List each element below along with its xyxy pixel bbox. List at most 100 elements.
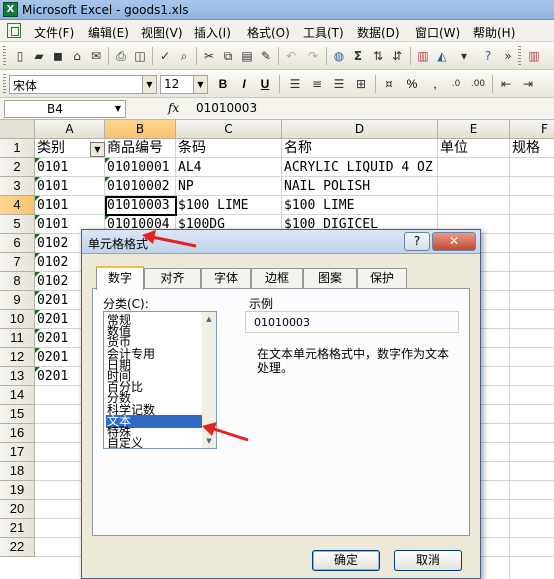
toolbar-grip[interactable]	[518, 46, 521, 66]
permission-icon[interactable]: ⌂	[69, 48, 85, 64]
sort-ascending-icon[interactable]: ⇅	[370, 48, 386, 64]
header-cell-d[interactable]: 名称	[282, 139, 438, 158]
align-left-icon[interactable]: ☰	[287, 76, 303, 92]
column-header-b[interactable]: B	[105, 120, 176, 139]
header-cell-c[interactable]: 条码	[176, 139, 282, 158]
cell-c3[interactable]: NP	[176, 177, 282, 196]
row-header-11[interactable]: 11	[0, 329, 35, 348]
cut-icon[interactable]: ✂	[201, 48, 217, 64]
row-header-9[interactable]: 9	[0, 291, 35, 310]
row-header-6[interactable]: 6	[0, 234, 35, 253]
cell-d2[interactable]: ACRYLIC LIQUID 4 OZ	[282, 158, 438, 177]
menu-insert[interactable]: 插入(I)	[194, 24, 231, 41]
autofilter-dropdown-icon[interactable]: ▼	[90, 142, 105, 157]
merge-center-icon[interactable]: ⊞	[353, 76, 369, 92]
header-cell-e[interactable]: 单位	[438, 139, 510, 158]
cell-a4[interactable]: 0101	[35, 196, 105, 215]
row-header-15[interactable]: 15	[0, 405, 35, 424]
cell-d4[interactable]: $100 LIME	[282, 196, 438, 215]
decrease-decimal-icon[interactable]: .00	[470, 76, 486, 92]
row-header-14[interactable]: 14	[0, 386, 35, 405]
align-right-icon[interactable]: ☰	[331, 76, 347, 92]
spelling-icon[interactable]: ✓	[157, 48, 173, 64]
column-header-c[interactable]: C	[176, 120, 282, 139]
category-item[interactable]: 自定义	[106, 437, 202, 448]
select-all-corner[interactable]	[0, 120, 35, 139]
column-header-e[interactable]: E	[438, 120, 510, 139]
underline-button[interactable]: U	[256, 75, 274, 93]
open-icon[interactable]: ▰	[31, 48, 47, 64]
row-header-18[interactable]: 18	[0, 462, 35, 481]
cell-b2[interactable]: 01010001	[105, 158, 176, 177]
menu-format[interactable]: 格式(O)	[247, 24, 290, 41]
cancel-button[interactable]: 取消	[394, 550, 462, 571]
insert-function-icon[interactable]: fx	[168, 101, 179, 115]
redo-icon[interactable]: ↷	[305, 48, 321, 64]
zoom-icon[interactable]: ▾	[456, 48, 472, 64]
cell-a2[interactable]: 0101	[35, 158, 105, 177]
cell-a3[interactable]: 0101	[35, 177, 105, 196]
column-header-d[interactable]: D	[282, 120, 438, 139]
menu-tools[interactable]: 工具(T)	[303, 24, 344, 41]
cell-d3[interactable]: NAIL POLISH	[282, 177, 438, 196]
format-painter-icon[interactable]: ✎	[258, 48, 274, 64]
chart-wizard-icon[interactable]: ▥	[415, 48, 431, 64]
row-header-13[interactable]: 13	[0, 367, 35, 386]
toolbar-grip[interactable]	[3, 74, 6, 94]
row-header-12[interactable]: 12	[0, 348, 35, 367]
align-center-icon[interactable]: ≡	[309, 76, 325, 92]
row-header-21[interactable]: 21	[0, 519, 35, 538]
row-header-17[interactable]: 17	[0, 443, 35, 462]
toolbar-grip[interactable]	[3, 46, 6, 66]
email-icon[interactable]: ✉	[88, 48, 104, 64]
menu-view[interactable]: 视图(V)	[141, 24, 183, 41]
header-cell-f[interactable]: 规格	[510, 139, 554, 158]
tab-alignment[interactable]: 对齐	[144, 268, 201, 289]
copy-icon[interactable]: ⧉	[220, 48, 236, 64]
autosum-icon[interactable]: Σ	[350, 48, 366, 64]
print-icon[interactable]: ⎙	[113, 48, 129, 64]
row-header-7[interactable]: 7	[0, 253, 35, 272]
row-header-10[interactable]: 10	[0, 310, 35, 329]
paste-icon[interactable]: ▤	[239, 48, 255, 64]
formula-input[interactable]: 01010003	[196, 101, 257, 115]
column-header-f[interactable]: F	[510, 120, 554, 139]
tab-border[interactable]: 边框	[251, 268, 303, 289]
cell-c4[interactable]: $100 LIME	[176, 196, 282, 215]
name-box[interactable]: B4 ▼	[4, 100, 126, 118]
row-header-8[interactable]: 8	[0, 272, 35, 291]
chevron-down-icon[interactable]: ▼	[111, 101, 125, 117]
menu-window[interactable]: 窗口(W)	[415, 24, 460, 41]
menu-data[interactable]: 数据(D)	[357, 24, 400, 41]
decrease-indent-icon[interactable]: ⇤	[498, 76, 514, 92]
increase-decimal-icon[interactable]: .0	[448, 76, 464, 92]
toolbar-options-icon[interactable]: »	[500, 48, 516, 64]
sort-descending-icon[interactable]: ⇵	[389, 48, 405, 64]
undo-icon[interactable]: ↶	[283, 48, 299, 64]
chevron-down-icon[interactable]: ▼	[142, 76, 156, 93]
cell-b3[interactable]: 01010002	[105, 177, 176, 196]
menu-help[interactable]: 帮助(H)	[473, 24, 515, 41]
row-header-20[interactable]: 20	[0, 500, 35, 519]
currency-icon[interactable]: ¤	[381, 76, 397, 92]
dialog-close-button[interactable]: ✕	[432, 232, 476, 251]
excel-app-icon[interactable]: X	[3, 2, 18, 17]
row-header-19[interactable]: 19	[0, 481, 35, 500]
header-cell-b[interactable]: 商品编号	[105, 139, 176, 158]
row-header-4[interactable]: 4	[0, 196, 35, 215]
percent-button[interactable]: %	[403, 75, 421, 93]
save-icon[interactable]: ◼	[50, 48, 66, 64]
ok-button[interactable]: 确定	[312, 550, 380, 571]
italic-button[interactable]: I	[235, 75, 253, 93]
drawing-icon[interactable]: ◭	[434, 48, 450, 64]
comma-style-button[interactable]: ,	[426, 75, 444, 93]
font-size-select[interactable]: 12 ▼	[160, 75, 208, 94]
tab-number[interactable]: 数字	[96, 266, 144, 290]
row-header-1[interactable]: 1	[0, 139, 35, 158]
help-icon[interactable]: ?	[480, 48, 496, 64]
row-header-5[interactable]: 5	[0, 215, 35, 234]
chart-icon[interactable]: ▥	[526, 48, 542, 64]
new-icon[interactable]: ▯	[12, 48, 28, 64]
hyperlink-icon[interactable]: ◍	[331, 48, 347, 64]
workbook-icon[interactable]	[7, 23, 21, 38]
